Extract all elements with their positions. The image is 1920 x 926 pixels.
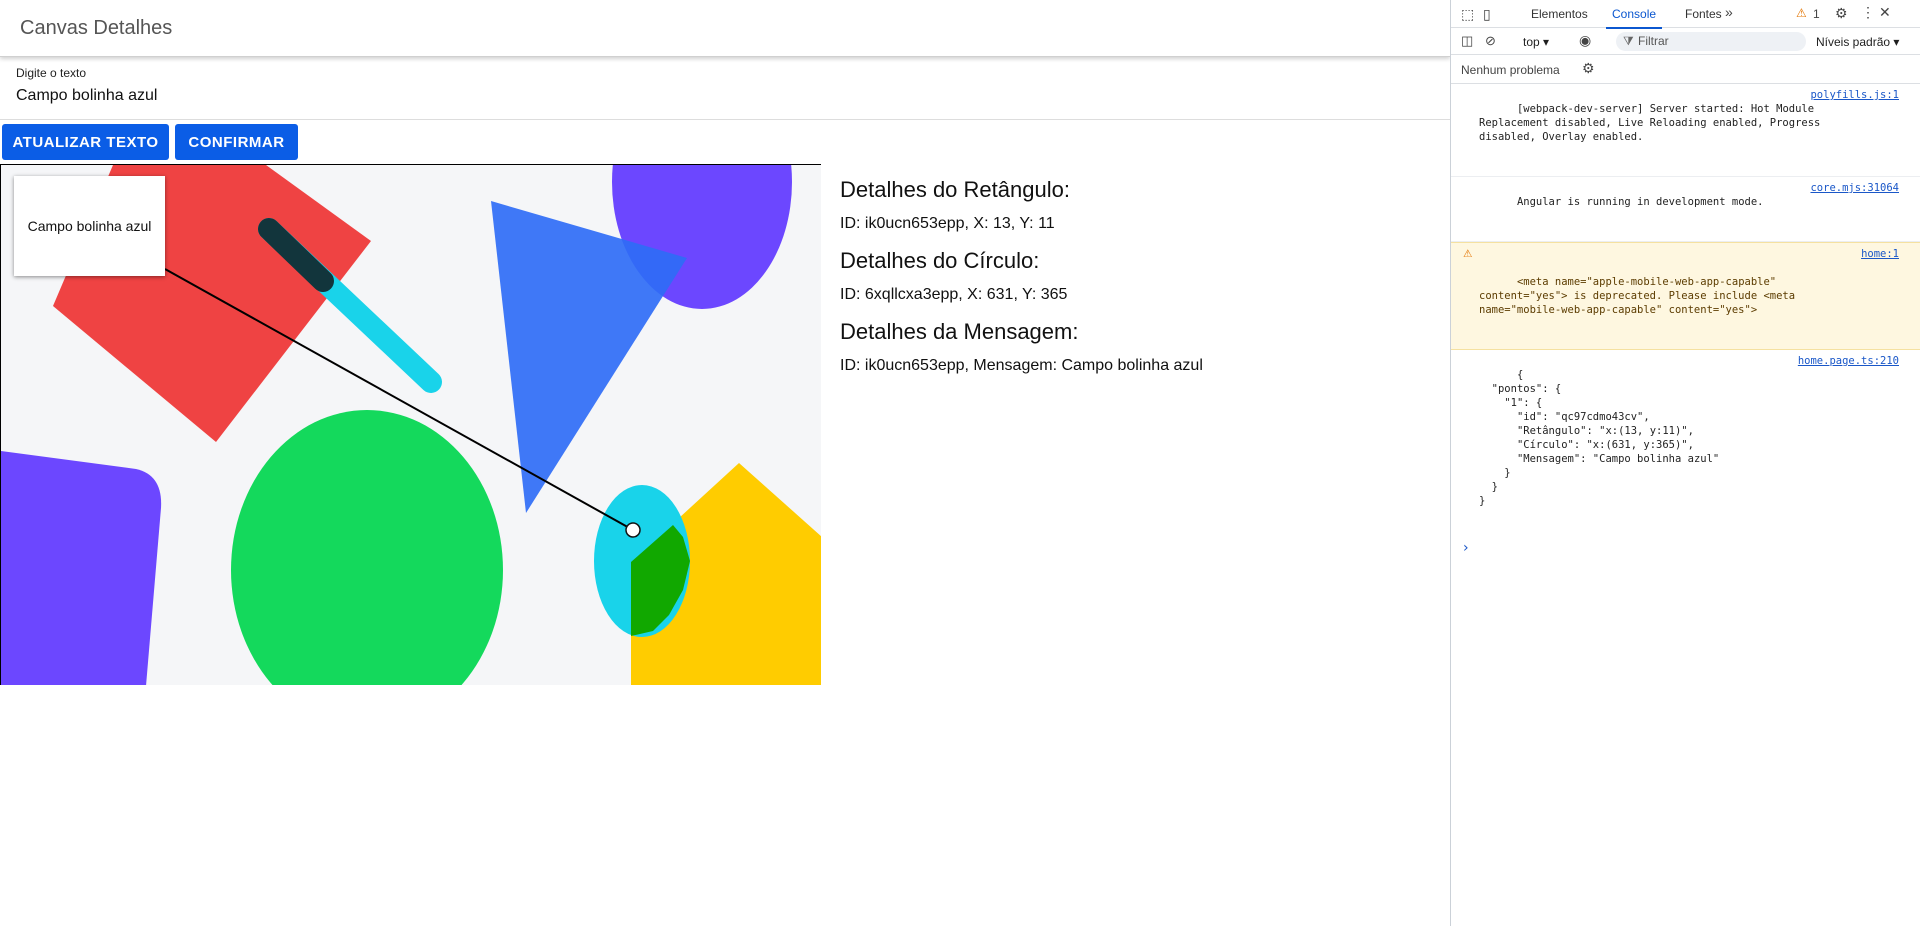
console-message-text: { "pontos": { "1": { "id": "qc97cdmo43cv… <box>1479 369 1720 507</box>
sidebar-toggle-icon[interactable]: ◫ <box>1461 33 1473 49</box>
rectangle-details-info: ID: ik0ucn653epp, X: 13, Y: 11 <box>840 215 1055 232</box>
log-levels-dropdown[interactable]: Níveis padrão ▾ <box>1816 35 1899 49</box>
console-warning: ⚠ <meta name="apple-mobile-web-app-capab… <box>1451 242 1920 350</box>
rectangle-details-title: Detalhes do Retângulo: <box>840 177 1070 202</box>
console-message-text: [webpack-dev-server] Server started: Hot… <box>1479 103 1821 143</box>
console-toolbar: ◫ ⊘ top ▾ ◉ ⧩ Filtrar Níveis padrão ▾ <box>1451 28 1920 55</box>
tab-console[interactable]: Console <box>1605 7 1663 29</box>
issues-status[interactable]: Nenhum problema <box>1461 63 1560 77</box>
console-prompt-chevron-icon: › <box>1463 540 1469 556</box>
more-tabs-icon[interactable]: » <box>1725 4 1733 20</box>
devtools-tab-bar: ⬚ ▯ Elementos Console Fontes » ⚠ 1 ⚙ ⋮ ✕ <box>1451 0 1920 29</box>
filter-placeholder: Filtrar <box>1638 34 1669 48</box>
live-expression-eye-icon[interactable]: ◉ <box>1579 32 1591 49</box>
issues-bar: Nenhum problema ⚙ <box>1451 55 1920 84</box>
circle-details-info: ID: 6xqllcxa3epp, X: 631, Y: 365 <box>840 286 1068 303</box>
input-label: Digite o texto <box>16 66 87 80</box>
tab-fontes[interactable]: Fontes <box>1685 7 1722 21</box>
settings-gear-icon[interactable]: ⚙ <box>1835 5 1848 22</box>
message-details-title: Detalhes da Mensagem: <box>840 319 1079 344</box>
console-object-log: { "pontos": { "1": { "id": "qc97cdmo43cv… <box>1451 350 1920 540</box>
more-options-icon[interactable]: ⋮ <box>1861 4 1875 21</box>
console-prompt-row[interactable]: › <box>1451 540 1920 560</box>
tab-elementos[interactable]: Elementos <box>1531 7 1588 21</box>
log-levels-label: Níveis padrão <box>1816 35 1891 49</box>
close-devtools-icon[interactable]: ✕ <box>1879 4 1891 21</box>
warning-icon: ⚠ <box>1463 248 1473 260</box>
console-message: [webpack-dev-server] Server started: Hot… <box>1451 84 1920 177</box>
page-title: Canvas Detalhes <box>20 17 173 39</box>
warning-count[interactable]: 1 <box>1813 7 1820 21</box>
device-toolbar-icon[interactable]: ▯ <box>1483 6 1491 23</box>
confirm-button[interactable]: CONFIRMAR <box>175 124 298 160</box>
console-output: [webpack-dev-server] Server started: Hot… <box>1451 84 1920 560</box>
devtools-panel: ⬚ ▯ Elementos Console Fontes » ⚠ 1 ⚙ ⋮ ✕… <box>1450 0 1920 926</box>
message-box[interactable]: Campo bolinha azul <box>14 176 165 276</box>
console-message-text: <meta name="apple-mobile-web-app-capable… <box>1479 276 1796 316</box>
update-text-button[interactable]: ATUALIZAR TEXTO <box>2 124 169 160</box>
text-input[interactable] <box>16 87 616 105</box>
console-source-link[interactable]: core.mjs:31064 <box>1810 181 1899 195</box>
warning-icon[interactable]: ⚠ <box>1796 6 1807 20</box>
clear-console-icon[interactable]: ⊘ <box>1485 33 1496 49</box>
details-panel: Detalhes do Retângulo: ID: ik0ucn653epp,… <box>840 177 1440 390</box>
inspect-element-icon[interactable]: ⬚ <box>1461 6 1474 23</box>
purple-rounded-shape <box>1 451 162 685</box>
text-input-field: Digite o texto <box>0 58 1450 120</box>
message-details-info: ID: ik0ucn653epp, Mensagem: Campo bolinh… <box>840 357 1203 374</box>
app-window: Canvas Detalhes Digite o texto ATUALIZAR… <box>0 0 1450 926</box>
context-label: top <box>1523 35 1540 49</box>
filter-icon: ⧩ <box>1623 34 1634 48</box>
drawing-canvas[interactable]: Campo bolinha azul <box>0 164 821 685</box>
console-message: Angular is running in development mode. … <box>1451 177 1920 242</box>
circle-details-title: Detalhes do Círculo: <box>840 248 1040 273</box>
console-message-text: Angular is running in development mode. <box>1516 196 1764 208</box>
app-toolbar: Canvas Detalhes <box>0 0 1450 57</box>
context-selector[interactable]: top ▾ <box>1523 35 1549 49</box>
console-source-link[interactable]: home:1 <box>1861 247 1899 261</box>
circle-point-marker[interactable] <box>625 522 641 538</box>
console-source-link[interactable]: home.page.ts:210 <box>1798 354 1899 368</box>
console-source-link[interactable]: polyfills.js:1 <box>1810 88 1899 102</box>
console-filter-input[interactable]: ⧩ Filtrar <box>1616 32 1806 51</box>
console-settings-gear-icon[interactable]: ⚙ <box>1582 60 1595 77</box>
green-ellipse-shape <box>231 410 503 685</box>
